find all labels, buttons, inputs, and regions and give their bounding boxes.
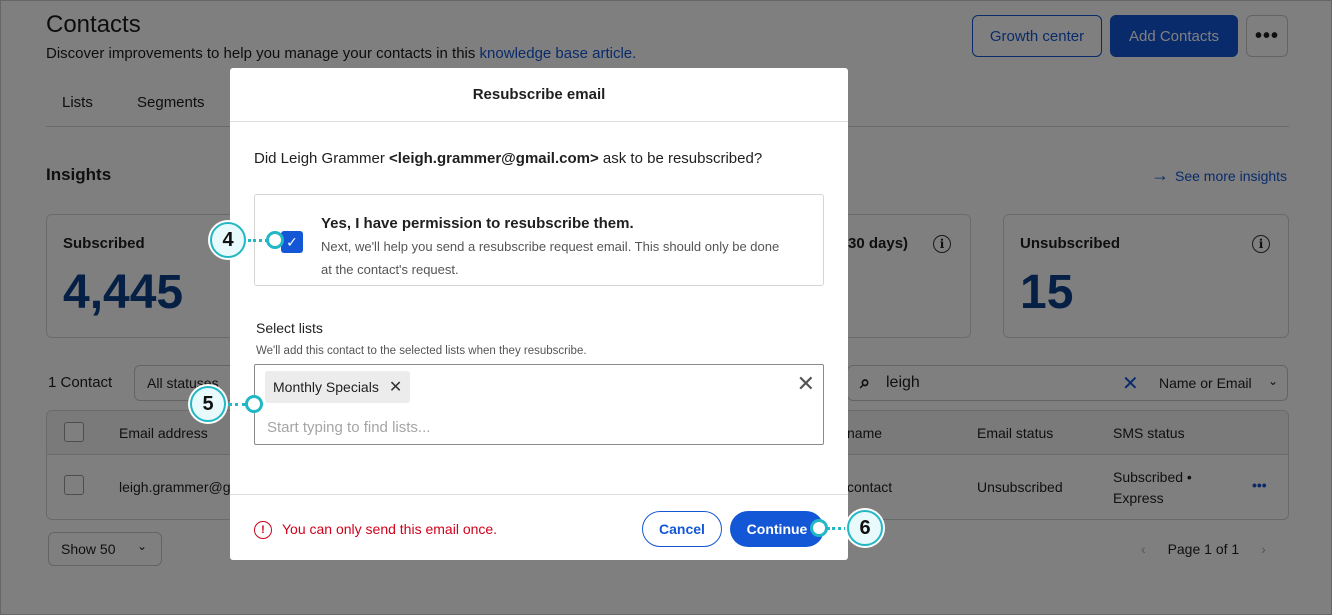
callout-connector [228,403,246,406]
cancel-button[interactable]: Cancel [642,511,722,547]
checkmark-icon: ✓ [286,233,298,250]
callout-badge: 5 [190,386,226,422]
callout-connector [827,527,847,530]
permission-option[interactable]: ✓ Yes, I have permission to resubscribe … [254,194,824,286]
lists-search-input[interactable]: Start typing to find lists... [267,419,430,436]
dialog-title: Resubscribe email [230,68,848,122]
remove-chip-icon[interactable]: ✕ [389,377,402,397]
permission-title: Yes, I have permission to resubscribe th… [321,215,634,232]
callout-target-ring [810,519,828,537]
question-email: <leigh.grammer@gmail.com> [389,150,599,167]
chip-label: Monthly Specials [273,379,379,395]
callout-badge: 6 [847,510,883,546]
selected-list-chip: Monthly Specials ✕ [265,371,411,403]
error-message: You can only send this email once. [282,521,498,537]
select-lists-hint: We'll add this contact to the selected l… [256,345,587,357]
permission-description: Next, we'll help you send a resubscribe … [321,239,780,277]
clear-all-icon[interactable]: ✕ [797,371,815,397]
alert-icon: ! [254,521,272,539]
question-suffix: ask to be resubscribed? [598,150,763,167]
question-prefix: Did Leigh Grammer [254,150,390,167]
callout-connector [248,239,268,242]
lists-multiselect[interactable]: Monthly Specials ✕ ✕ Start typing to fin… [254,364,824,445]
callout-target-ring [245,395,263,413]
callout-target-ring [266,231,284,249]
resubscribe-question: Did Leigh Grammer <leigh.grammer@gmail.c… [254,150,762,167]
select-lists-label: Select lists [256,320,323,336]
permission-checkbox[interactable]: ✓ [281,231,303,253]
callout-badge: 4 [210,222,246,258]
resubscribe-dialog: Resubscribe email Did Leigh Grammer <lei… [230,68,848,560]
dialog-footer: ! You can only send this email once. Can… [230,494,848,560]
